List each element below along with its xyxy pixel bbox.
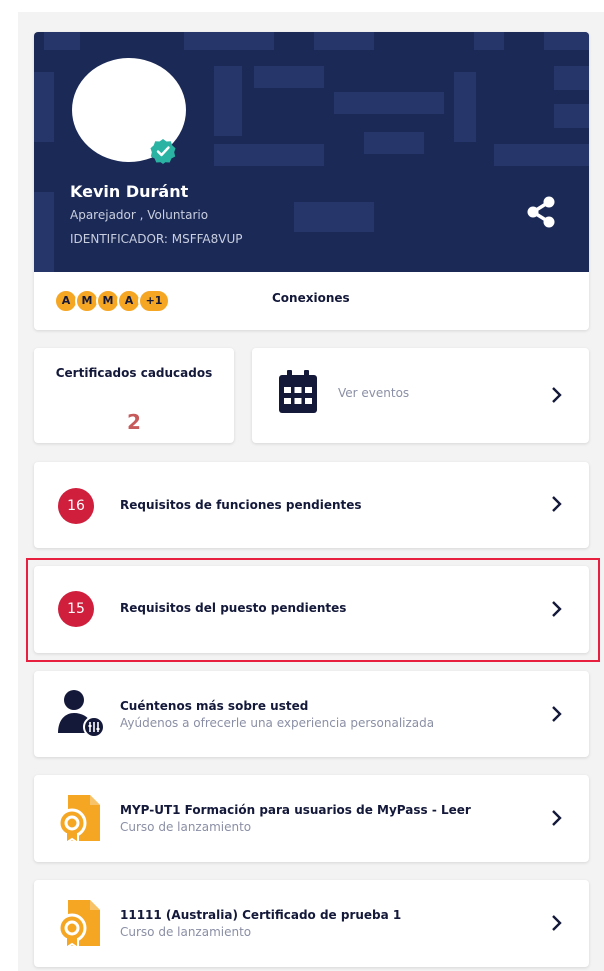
chevron-right-icon — [552, 706, 562, 722]
chevron-right-icon — [552, 810, 562, 826]
about-you-card[interactable]: Cuéntenos más sobre usted Ayúdenos a ofr… — [34, 671, 589, 757]
share-icon[interactable] — [526, 196, 556, 228]
profile-card: Kevin Duránt Aparejador , Voluntario IDE… — [34, 32, 589, 330]
verified-badge-icon — [150, 139, 176, 164]
function-requirements-count: 16 — [58, 488, 94, 524]
connections-label[interactable]: Conexiones — [272, 291, 350, 305]
about-you-subtitle: Ayúdenos a ofrecerle una experiencia per… — [120, 716, 435, 730]
user-settings-icon — [58, 690, 105, 737]
certificate-document-icon — [57, 795, 100, 843]
chevron-right-icon — [552, 496, 562, 512]
profile-name: Kevin Duránt — [70, 182, 189, 201]
chevron-right-icon — [552, 387, 562, 403]
course-card[interactable]: 11111 (Australia) Certificado de prueba … — [34, 880, 589, 967]
course-title: MYP-UT1 Formación para usuarios de MyPas… — [120, 803, 471, 817]
selection-highlight — [26, 558, 600, 662]
chevron-right-icon — [552, 915, 562, 931]
certificate-document-icon — [57, 900, 100, 948]
course-title: 11111 (Australia) Certificado de prueba … — [120, 908, 402, 922]
function-requirements-card[interactable]: 16 Requisitos de funciones pendientes — [34, 462, 589, 548]
course-subtitle: Curso de lanzamiento — [120, 925, 252, 939]
about-you-title: Cuéntenos más sobre usted — [120, 699, 309, 713]
calendar-icon — [279, 370, 317, 413]
expired-certificates-card[interactable]: Certificados caducados 2 — [34, 348, 234, 443]
function-requirements-label: Requisitos de funciones pendientes — [120, 498, 362, 512]
expired-certificates-label: Certificados caducados — [55, 366, 213, 380]
view-events-card[interactable]: Ver eventos — [252, 348, 589, 443]
profile-identifier: IDENTIFICADOR: MSFFA8VUP — [70, 232, 243, 246]
expired-certificates-count: 2 — [127, 410, 141, 434]
connections-row[interactable]: A M M A +1 Conexiones — [34, 272, 589, 330]
view-events-label: Ver eventos — [338, 386, 410, 400]
course-subtitle: Curso de lanzamiento — [120, 820, 252, 834]
course-card[interactable]: MYP-UT1 Formación para usuarios de MyPas… — [34, 775, 589, 862]
connection-more-count[interactable]: +1 — [138, 289, 170, 313]
profile-roles: Aparejador , Voluntario — [70, 208, 209, 222]
